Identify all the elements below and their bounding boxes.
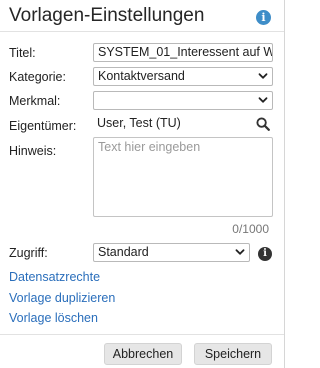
dialog-header: Vorlagen-Einstellungen i [9,4,281,30]
duplicate-template-link[interactable]: Vorlage duplizieren [9,291,115,305]
title-input[interactable]: SYSTEM_01_Interessent auf Wart [93,43,273,62]
owner-label: Eigentümer: [9,119,77,133]
cancel-button[interactable]: Abbrechen [104,343,182,365]
search-icon[interactable] [256,117,270,131]
feature-label: Merkmal: [9,94,61,108]
access-label: Zugriff: [9,246,48,260]
delete-template-link[interactable]: Vorlage löschen [9,311,98,325]
template-settings-dialog: Vorlagen-Einstellungen i Titel: SYSTEM_0… [0,0,285,368]
chevron-down-icon [235,249,245,255]
note-char-counter: 0/1000 [232,222,269,236]
note-placeholder: Text hier eingeben [98,140,201,154]
info-icon[interactable]: i [256,10,271,25]
owner-value: User, Test (TU) [97,116,181,130]
category-select[interactable]: Kontaktversand [93,67,273,86]
access-select-value: Standard [98,245,149,259]
note-textarea[interactable]: Text hier eingeben [93,137,273,217]
chevron-down-icon [258,97,268,103]
footer-divider [0,334,284,335]
header-divider [0,31,284,32]
owner-field[interactable]: User, Test (TU) [93,115,273,134]
save-button[interactable]: Speichern [194,343,272,365]
dialog-title: Vorlagen-Einstellungen [9,5,205,26]
title-label: Titel: [9,46,36,60]
access-select[interactable]: Standard [93,243,250,262]
record-rights-link[interactable]: Datensatzrechte [9,270,100,284]
title-input-value: SYSTEM_01_Interessent auf Wart [98,45,273,59]
chevron-down-icon [258,73,268,79]
feature-select[interactable] [93,91,273,110]
note-label: Hinweis: [9,144,57,158]
category-select-value: Kontaktversand [98,69,185,83]
access-info-icon[interactable]: i [258,247,272,261]
category-label: Kategorie: [9,70,66,84]
